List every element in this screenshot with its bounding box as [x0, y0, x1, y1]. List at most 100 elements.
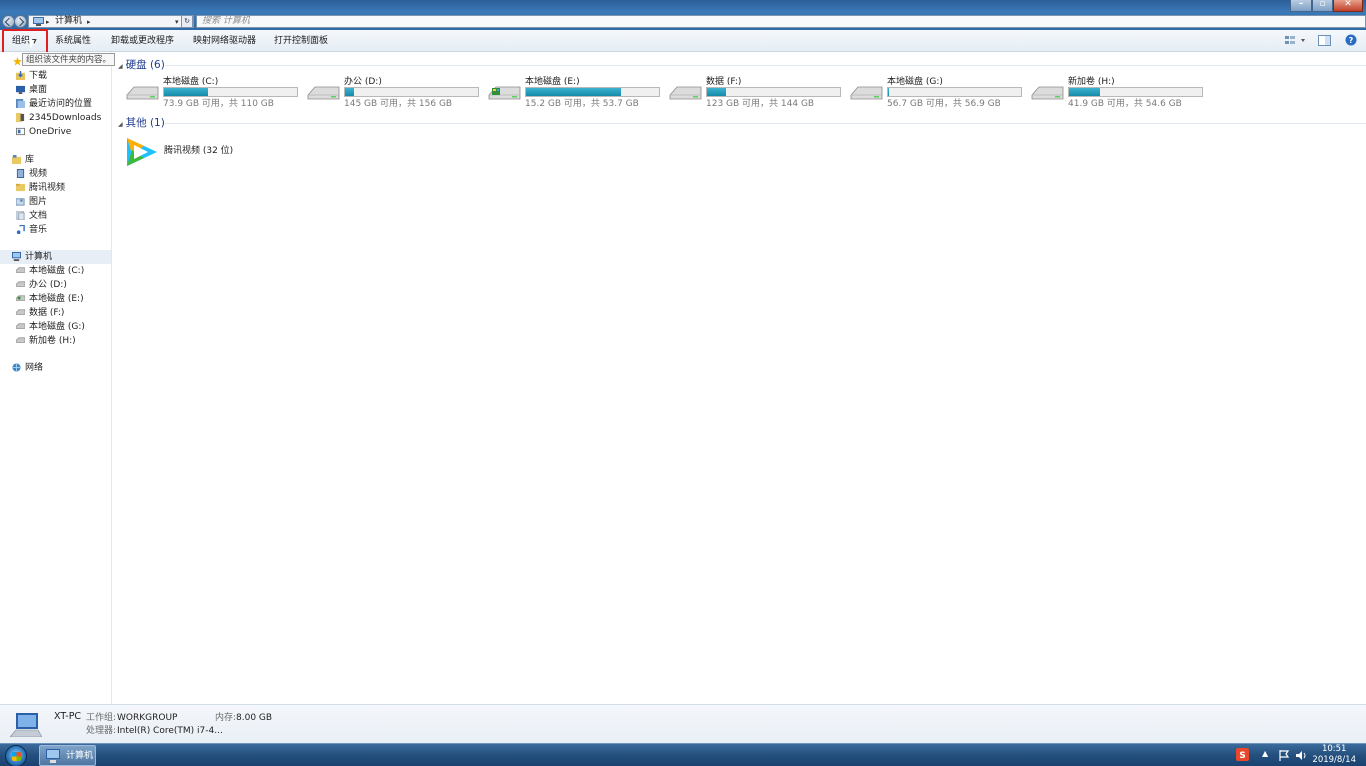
drive-tile[interactable]: 本地磁盘 (C:) 73.9 GB 可用，共 110 GB	[125, 76, 303, 110]
music-icon	[16, 225, 25, 234]
sidebar-item-label: 数据 (F:)	[29, 308, 65, 318]
cpu-value: Intel(R) Core(TM) i7-4...	[117, 726, 223, 736]
open-control-panel-button[interactable]: 打开控制面板	[274, 36, 328, 47]
sidebar-item-drive-c[interactable]: 本地磁盘 (C:)	[0, 264, 111, 278]
star-icon	[13, 57, 22, 66]
breadcrumb-computer[interactable]: 计算机	[55, 16, 82, 27]
close-button[interactable]: ✕	[1333, 0, 1363, 12]
collapse-triangle-icon[interactable]: ◢	[118, 63, 123, 70]
sidebar-item-desktop[interactable]: 桌面	[0, 83, 111, 97]
documents-icon	[16, 211, 25, 220]
group-header-other[interactable]: ◢ 其他 (1)	[118, 116, 165, 130]
memory-label: 内存:	[215, 713, 237, 723]
sidebar-item-label: 计算机	[25, 252, 53, 262]
sidebar-item-drive-g[interactable]: 本地磁盘 (G:)	[0, 320, 111, 334]
drive-tile[interactable]: 本地磁盘 (G:) 56.7 GB 可用，共 56.9 GB	[849, 76, 1027, 110]
sidebar-item-2345downloads[interactable]: 2345Downloads	[0, 111, 111, 125]
sidebar-item-library[interactable]: 库	[0, 153, 111, 167]
sogou-input-icon[interactable]: S	[1236, 748, 1249, 761]
desktop-icon	[16, 85, 25, 94]
sidebar-item-downloads[interactable]: 下载	[0, 69, 111, 83]
drive-usage-fill	[164, 88, 208, 96]
sidebar-item-onedrive[interactable]: OneDrive	[0, 125, 111, 139]
mouse-cursor-icon	[30, 40, 35, 49]
navigation-pane: 下载 桌面 最近访问的位置 2345Downloads OneDrive 库 视…	[0, 52, 112, 704]
group-header-hard-drives[interactable]: ◢ 硬盘 (6)	[118, 58, 165, 72]
search-input[interactable]: 搜索 计算机	[196, 15, 1366, 28]
taskbar: 计算机 S ▲ 10:51 2019/8/14	[0, 743, 1366, 766]
download-folder-icon	[16, 71, 25, 80]
breadcrumb-arrow-icon[interactable]: ▸	[87, 17, 91, 27]
clock-date: 2019/8/14	[1312, 755, 1356, 765]
refresh-button[interactable]: ↻	[181, 15, 193, 28]
address-dropdown-icon[interactable]: ▾	[175, 17, 179, 27]
view-options-icon[interactable]	[1285, 35, 1307, 46]
drive-usage-fill	[526, 88, 622, 96]
hard-drive-icon	[16, 337, 25, 343]
sidebar-item-drive-h[interactable]: 新加卷 (H:)	[0, 334, 111, 348]
hard-drive-icon	[16, 309, 25, 315]
sidebar-item-label: 图片	[29, 197, 48, 207]
drive-space-info: 145 GB 可用，共 156 GB	[344, 99, 453, 109]
map-network-drive-button[interactable]: 映射网络驱动器	[193, 36, 256, 47]
sidebar-item-recent-places[interactable]: 最近访问的位置	[0, 97, 111, 111]
sidebar-item-videos[interactable]: 视频	[0, 167, 111, 181]
uninstall-program-button[interactable]: 卸载或更改程序	[111, 36, 174, 47]
sidebar-item-documents[interactable]: 文档	[0, 209, 111, 223]
drive-usage-bar	[525, 87, 660, 97]
drive-space-info: 73.9 GB 可用，共 110 GB	[163, 99, 274, 109]
hard-drive-icon	[669, 86, 702, 100]
pc-name: XT-PC	[54, 711, 82, 722]
drive-usage-bar	[1068, 87, 1203, 97]
address-bar[interactable]: ▸ 计算机 ▸ ▾	[28, 15, 194, 28]
forward-button[interactable]	[14, 15, 27, 28]
show-hidden-icons-icon[interactable]: ▲	[1262, 748, 1268, 760]
folder-icon	[16, 113, 25, 122]
computer-icon	[33, 17, 44, 26]
sidebar-item-label: 桌面	[29, 85, 48, 95]
drive-tile[interactable]: 数据 (F:) 123 GB 可用，共 144 GB	[668, 76, 846, 110]
drive-usage-fill	[707, 88, 727, 96]
collapse-triangle-icon[interactable]: ◢	[118, 121, 123, 128]
volume-icon[interactable]	[1296, 750, 1307, 761]
sidebar-item-network[interactable]: 网络	[0, 361, 111, 375]
preview-pane-icon[interactable]	[1318, 35, 1331, 46]
start-button[interactable]	[5, 745, 27, 766]
taskbar-item-label: 计算机	[66, 751, 94, 761]
drive-usage-fill	[345, 88, 355, 96]
title-bar: ▸ 计算机 ▸ ▾ ↻ 搜索 计算机 – ▫ ✕	[0, 0, 1366, 30]
library-icon	[12, 155, 21, 164]
sidebar-item-computer[interactable]: 计算机	[0, 250, 111, 264]
hard-drive-icon	[16, 267, 25, 273]
sidebar-item-label: 本地磁盘 (G:)	[29, 322, 85, 332]
sidebar-item-music[interactable]: 音乐	[0, 223, 111, 237]
computer-icon	[46, 749, 60, 763]
drive-tile[interactable]: 新加卷 (H:) 41.9 GB 可用，共 54.6 GB	[1030, 76, 1208, 110]
system-clock[interactable]: 10:51 2019/8/14	[1312, 744, 1356, 766]
sidebar-item-label: 本地磁盘 (C:)	[29, 266, 85, 276]
drive-tile[interactable]: 本地磁盘 (E:) 15.2 GB 可用，共 53.7 GB	[487, 76, 665, 110]
sidebar-item-drive-f[interactable]: 数据 (F:)	[0, 306, 111, 320]
onedrive-icon	[16, 127, 25, 136]
sidebar-item-tencent-video[interactable]: 腾讯视频	[0, 181, 111, 195]
cpu-label: 处理器:	[86, 726, 117, 736]
group-divider	[165, 65, 1366, 66]
minimize-button[interactable]: –	[1290, 0, 1312, 12]
drive-usage-bar	[887, 87, 1022, 97]
sidebar-item-label: 库	[25, 155, 35, 165]
taskbar-item-computer[interactable]: 计算机	[39, 745, 96, 766]
tencent-video-item[interactable]: 腾讯视频 (32 位)	[124, 136, 254, 168]
system-properties-button[interactable]: 系统属性	[55, 36, 91, 47]
help-icon[interactable]: ?	[1345, 34, 1357, 46]
sidebar-item-drive-e[interactable]: 本地磁盘 (E:)	[0, 292, 111, 306]
action-center-flag-icon[interactable]	[1279, 750, 1290, 761]
sidebar-item-pictures[interactable]: 图片	[0, 195, 111, 209]
sidebar-item-label: 视频	[29, 169, 48, 179]
organize-tooltip: 组织该文件夹的内容。	[22, 53, 116, 66]
maximize-button[interactable]: ▫	[1312, 0, 1333, 12]
drive-tile[interactable]: 办公 (D:) 145 GB 可用，共 156 GB	[306, 76, 484, 110]
computer-icon	[12, 252, 21, 261]
sidebar-item-label: OneDrive	[29, 127, 72, 137]
sidebar-item-drive-d[interactable]: 办公 (D:)	[0, 278, 111, 292]
breadcrumb-arrow-icon[interactable]: ▸	[46, 17, 50, 27]
